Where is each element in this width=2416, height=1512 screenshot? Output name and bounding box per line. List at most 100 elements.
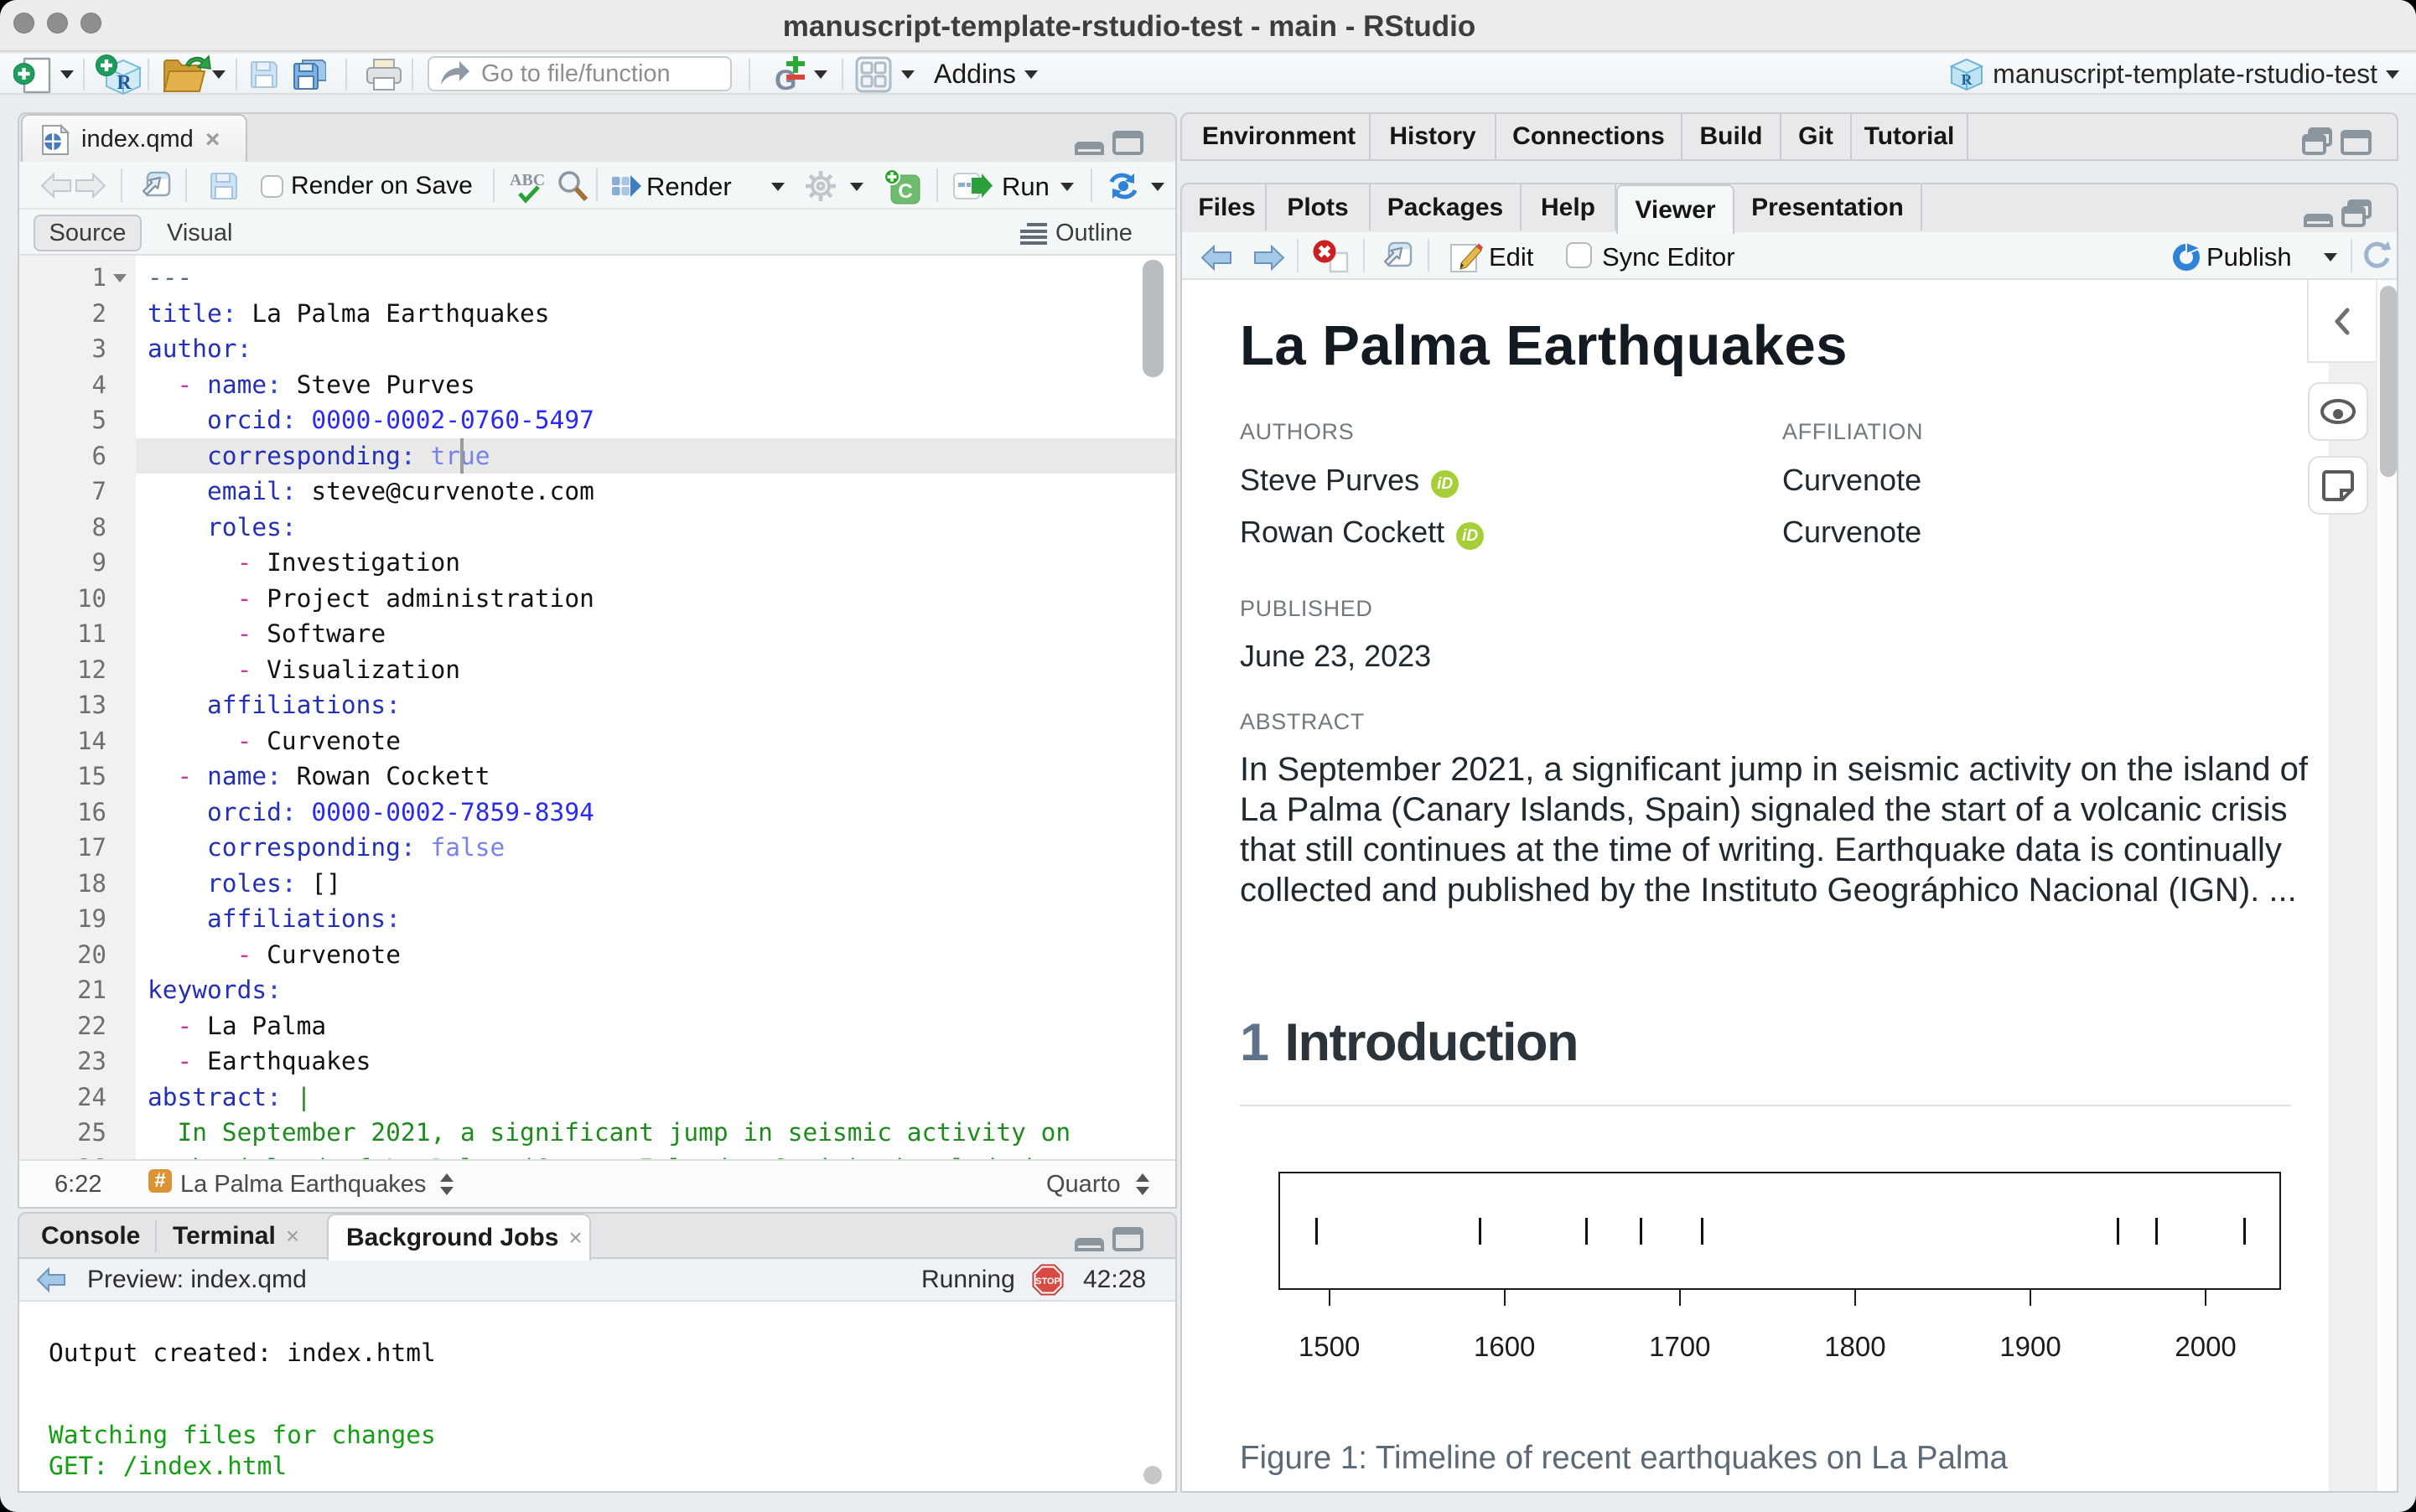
viewer-scrollbar[interactable] (2376, 280, 2397, 1491)
rerun-dropdown[interactable] (1151, 180, 1164, 195)
code-line-26[interactable]: 26 the island of La Palma (Canary Island… (19, 1151, 1175, 1160)
publish-button[interactable]: Publish (2206, 242, 2292, 272)
code-line-7[interactable]: 7 email: steve@curvenote.com (19, 474, 1175, 510)
code-line-22[interactable]: 22 - La Palma (19, 1008, 1175, 1044)
settings-button[interactable] (804, 169, 837, 203)
code-line-24[interactable]: 24 abstract: | (19, 1080, 1175, 1116)
tab-history[interactable]: History (1371, 114, 1496, 159)
code-line-23[interactable]: 23 - Earthquakes (19, 1043, 1175, 1080)
editor-scrollbar[interactable] (1143, 260, 1164, 377)
comment-note-button[interactable] (2308, 456, 2368, 515)
code-line-19[interactable]: 19 affiliations: (19, 901, 1175, 937)
code-line-10[interactable]: 10 - Project administration (19, 581, 1175, 617)
close-tab-icon[interactable]: × (205, 127, 220, 153)
code-line-15[interactable]: 15 - name: Rowan Cockett (19, 759, 1175, 795)
popout-editor-button[interactable] (137, 171, 171, 201)
tab-terminal[interactable]: Terminal × (157, 1214, 324, 1259)
maximize-pane-icon[interactable] (2341, 130, 2372, 155)
code-line-18[interactable]: 18 roles: [] (19, 866, 1175, 902)
minimize-window-button[interactable] (47, 13, 68, 34)
save-file-button[interactable] (210, 172, 238, 200)
preview-eye-button[interactable] (2308, 382, 2368, 441)
code-line-20[interactable]: 20 - Curvenote (19, 937, 1175, 973)
code-line-14[interactable]: 14 - Curvenote (19, 723, 1175, 759)
addins-dropdown[interactable] (1024, 54, 1038, 95)
tab-console[interactable]: Console (19, 1214, 153, 1259)
minimize-pane-icon[interactable] (1075, 131, 1104, 155)
viewer-scrollbar-thumb[interactable] (2380, 286, 2397, 477)
render-dropdown[interactable] (771, 180, 785, 195)
tab-environment[interactable]: Environment (1189, 114, 1371, 159)
code-editor[interactable]: 1 --- 2 title: La Palma Earthquakes 3 author:… (19, 256, 1175, 1159)
goto-file-function-input[interactable]: Go to file/function (428, 56, 732, 91)
close-tab-icon[interactable]: × (286, 1223, 299, 1250)
code-line-3[interactable]: 3 author: (19, 331, 1175, 367)
new-project-button[interactable]: R (96, 54, 143, 95)
save-button[interactable] (250, 54, 278, 95)
open-file-dropdown[interactable] (212, 54, 226, 95)
code-line-5[interactable]: 5 orcid: 0000-0002-0760-5497 (19, 402, 1175, 438)
new-file-dropdown[interactable] (60, 54, 74, 95)
code-line-16[interactable]: 16 orcid: 0000-0002-7859-8394 (19, 795, 1175, 831)
project-selector[interactable]: R manuscript-template-rstudio-test (1949, 54, 2399, 95)
forward-button[interactable] (75, 173, 106, 199)
console-output[interactable]: Output created: index.html Watching files… (19, 1302, 1175, 1491)
print-button[interactable] (366, 54, 402, 95)
insert-chunk-button[interactable]: C (883, 168, 921, 205)
render-button[interactable]: Render (646, 172, 732, 202)
restore-pane-icon[interactable] (2341, 199, 2372, 227)
scope-selector[interactable]: La Palma Earthquakes (180, 1171, 426, 1199)
tab-git[interactable]: Git (1781, 114, 1852, 159)
outline-button[interactable]: Outline (1019, 215, 1133, 251)
visual-mode-button[interactable]: Visual (167, 215, 232, 251)
tab-packages[interactable]: Packages (1371, 184, 1522, 230)
minimize-pane-icon[interactable] (1075, 1227, 1104, 1251)
collapse-panel-button[interactable] (2307, 280, 2376, 363)
orcid-icon[interactable]: iD (1456, 522, 1485, 550)
code-line-13[interactable]: 13 affiliations: (19, 687, 1175, 723)
close-tab-icon[interactable]: × (568, 1225, 582, 1251)
code-line-17[interactable]: 17 corresponding: false (19, 830, 1175, 866)
code-line-1[interactable]: 1 --- (19, 260, 1175, 296)
code-line-9[interactable]: 9 - Investigation (19, 545, 1175, 581)
tab-tutorial[interactable]: Tutorial (1852, 114, 1968, 159)
minimize-pane-icon[interactable] (2304, 203, 2333, 227)
code-line-12[interactable]: 12 - Visualization (19, 652, 1175, 688)
viewer-refresh-button[interactable] (2361, 240, 2393, 272)
code-line-2[interactable]: 2 title: La Palma Earthquakes (19, 296, 1175, 332)
viewer-forward-button[interactable] (1253, 245, 1285, 271)
addins-button[interactable]: Addins (934, 54, 1016, 95)
git-button[interactable]: G (773, 54, 808, 95)
tab-viewer[interactable]: Viewer (1616, 184, 1734, 234)
search-icon-button[interactable] (556, 169, 589, 203)
viewer-stop-button[interactable] (1312, 240, 1349, 273)
language-mode-selector[interactable]: Quarto (1046, 1171, 1121, 1199)
code-line-8[interactable]: 8 roles: (19, 510, 1175, 546)
fold-arrow-icon[interactable] (113, 274, 127, 282)
sync-editor-checkbox[interactable] (1566, 242, 1592, 268)
publish-dropdown[interactable] (2324, 251, 2337, 266)
tab-files[interactable]: Files (1189, 184, 1267, 230)
panes-button[interactable] (855, 54, 892, 95)
open-file-button[interactable] (161, 54, 215, 95)
restore-pane-icon[interactable] (2302, 127, 2332, 155)
run-dropdown[interactable] (1060, 180, 1074, 195)
tab-index-qmd[interactable]: index.qmd × (21, 114, 247, 163)
back-button[interactable] (40, 173, 72, 199)
rerun-button[interactable] (1107, 171, 1140, 201)
source-mode-button[interactable]: Source (34, 215, 142, 251)
tab-presentation[interactable]: Presentation (1734, 184, 1922, 230)
tab-help[interactable]: Help (1522, 184, 1616, 230)
tab-build[interactable]: Build (1682, 114, 1781, 159)
spellcheck-button[interactable]: ABC (510, 168, 548, 204)
git-dropdown[interactable] (814, 54, 827, 95)
maximize-pane-icon[interactable] (1112, 131, 1143, 155)
viewer-popout-button[interactable] (1379, 241, 1413, 272)
code-line-4[interactable]: 4 - name: Steve Purves (19, 367, 1175, 403)
save-all-button[interactable] (293, 54, 326, 95)
panes-dropdown[interactable] (901, 54, 915, 95)
code-line-21[interactable]: 21 keywords: (19, 972, 1175, 1008)
viewer-back-button[interactable] (1200, 245, 1232, 271)
render-on-save-checkbox[interactable] (261, 175, 283, 198)
new-file-button[interactable] (13, 54, 54, 95)
